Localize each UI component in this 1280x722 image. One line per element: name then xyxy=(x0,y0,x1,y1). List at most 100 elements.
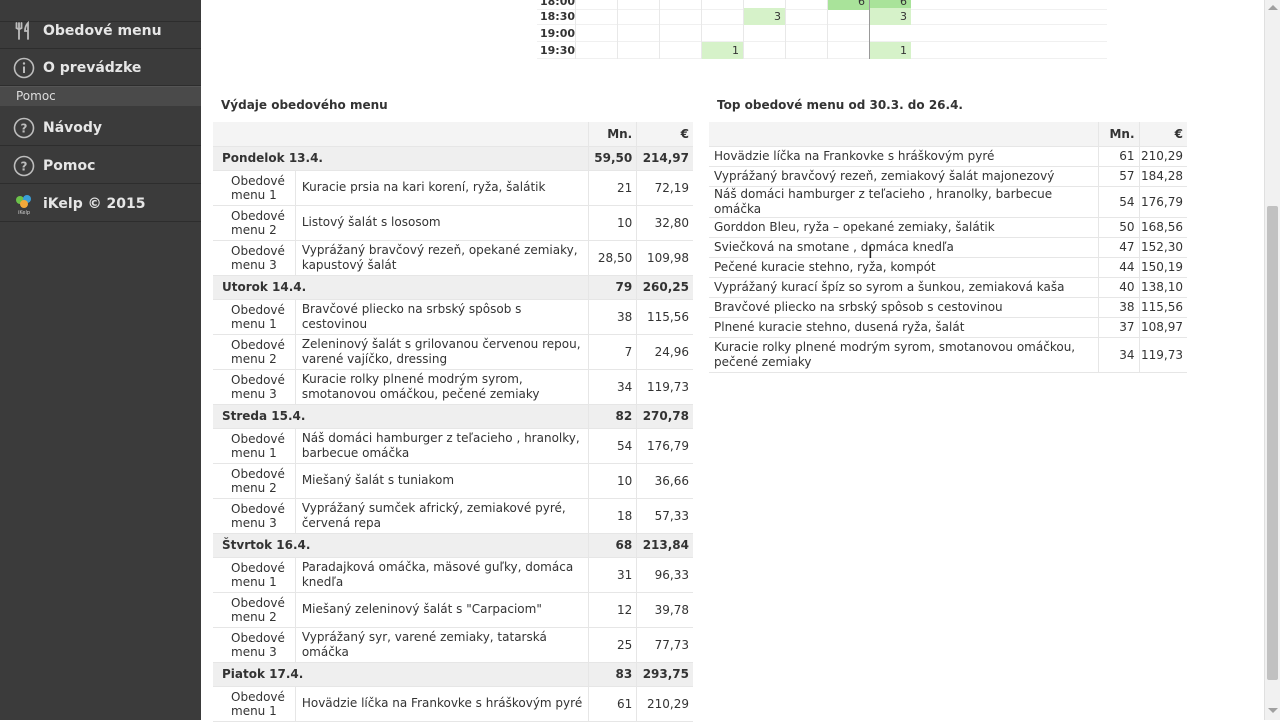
day-mn: 82 xyxy=(588,404,637,429)
menu-type: Obedové menu 3 xyxy=(213,627,296,663)
dish-eur: 210,29 xyxy=(1138,146,1187,167)
sidebar-item-obedove-menu[interactable]: Obedové menu xyxy=(0,13,201,49)
dish-name: Vyprážaný syr, varené zemiaky, tatarská … xyxy=(294,627,589,663)
heatmap-cell xyxy=(743,25,785,42)
dish-name: Miešaný zeleninový šalát s "Carpaciom" xyxy=(294,592,589,628)
table-row: Sviečková na smotane , domáca knedľa 47 15… xyxy=(709,237,1187,258)
heatmap-cell xyxy=(827,25,869,42)
menu-sales-table: Mn. € Pondelok 13.4. 59,50 214,97 Obedové m… xyxy=(213,122,693,722)
dish-name: Vyprážaný bravčový rezeň, opekané zemiak… xyxy=(294,240,589,276)
info-icon xyxy=(12,56,36,80)
table-row: Obedové menu 3 Vyprážaný sumček africký, … xyxy=(213,498,693,534)
svg-text:?: ? xyxy=(21,159,28,173)
ikelp-logo-icon: iKelp xyxy=(12,192,36,216)
dish-eur: 57,33 xyxy=(636,498,693,534)
scroll-thumb[interactable] xyxy=(1267,206,1278,680)
dish-eur: 32,80 xyxy=(636,205,693,241)
table-row: Obedové menu 1 Hovädzie líčka na Frankovk… xyxy=(213,686,693,722)
dish-mn: 38 xyxy=(588,299,637,335)
table-row: Pečené kuracie stehno, ryža, kompót 44 150… xyxy=(709,257,1187,278)
column-header-mn: Mn. xyxy=(588,122,637,147)
dish-mn: 61 xyxy=(588,686,637,722)
menu-type: Obedové menu 3 xyxy=(213,498,296,534)
day-mn: 79 xyxy=(588,275,637,300)
heatmap-row: 19:00 xyxy=(537,25,1107,42)
sidebar-item-navody[interactable]: ? Návody xyxy=(0,110,201,146)
heatmap-cell: 1 xyxy=(869,42,911,59)
logo-text: iKelp xyxy=(18,210,30,215)
day-name: Pondelok 13.4. xyxy=(213,146,589,171)
heatmap-cell: 3 xyxy=(869,8,911,25)
day-name: Streda 15.4. xyxy=(213,404,589,429)
dish-name: Zeleninový šalát s grilovanou červenou r… xyxy=(294,334,589,370)
sidebar-item-label: O prevádzke xyxy=(43,59,142,76)
sidebar-section-pomoc: Pomoc xyxy=(0,86,201,106)
scroll-down-icon[interactable] xyxy=(1268,708,1278,713)
table-row: Obedové menu 3 Vyprážaný bravčový rezeň, … xyxy=(213,240,693,276)
vertical-scrollbar[interactable] xyxy=(1264,0,1280,720)
dish-mn: 37 xyxy=(1097,317,1139,338)
heatmap-cell xyxy=(575,8,617,25)
day-row: Utorok 14.4. 79 260,25 xyxy=(213,275,693,300)
dish-eur: 115,56 xyxy=(1138,297,1187,318)
text-cursor-icon: I xyxy=(868,243,873,262)
dish-mn: 7 xyxy=(588,334,637,370)
dish-mn: 25 xyxy=(588,627,637,663)
day-mn: 59,50 xyxy=(588,146,637,171)
heatmap-cell xyxy=(617,8,659,25)
table-header-empty xyxy=(709,122,1098,147)
dish-mn: 44 xyxy=(1097,257,1139,278)
dish-mn: 12 xyxy=(588,592,637,628)
dish-mn: 54 xyxy=(1097,186,1139,218)
dish-eur: 119,73 xyxy=(1138,337,1187,373)
dish-mn: 40 xyxy=(1097,277,1139,298)
dish-name: Sviečková na smotane , domáca knedľa xyxy=(709,237,1098,258)
day-row: Piatok 17.4. 83 293,75 xyxy=(213,662,693,687)
heatmap-row: 19:30 1 1 xyxy=(537,42,1107,59)
table-row: Bravčové pliecko na srbský spôsob s cest… xyxy=(709,297,1187,318)
dish-eur: 115,56 xyxy=(636,299,693,335)
dish-eur: 109,98 xyxy=(636,240,693,276)
dish-eur: 150,19 xyxy=(1138,257,1187,278)
heatmap-row: 18:30 3 3 xyxy=(537,8,1107,25)
heatmap-cell xyxy=(701,25,743,42)
day-row: Streda 15.4. 82 270,78 xyxy=(213,404,693,429)
heatmap-cell xyxy=(785,25,827,42)
day-mn: 68 xyxy=(588,533,637,558)
hourly-heatmap: 18:00 6 6 18:30 3 3 19:00 19:30 1 1 xyxy=(537,0,1107,60)
heatmap-cell: 3 xyxy=(743,8,785,25)
day-name: Štvrtok 16.4. xyxy=(213,533,589,558)
main-content: 18:00 6 6 18:30 3 3 19:00 19:30 1 1 Výdaje obedov… xyxy=(201,0,1264,722)
table-row: Obedové menu 1 Bravčové pliecko na srbský… xyxy=(213,299,693,335)
sidebar-item-ikelp[interactable]: iKelp iKelp © 2015 xyxy=(0,186,201,222)
table-row: Obedové menu 2 Listový šalát s lososom 10 3… xyxy=(213,205,693,241)
dish-name: Vyprážaný kurací špíz so syrom a šunkou,… xyxy=(709,277,1098,298)
table-header-empty xyxy=(213,122,589,147)
dish-eur: 184,28 xyxy=(1138,166,1187,187)
table-row: Obedové menu 1 Kuracie prsia na kari kore… xyxy=(213,170,693,206)
table-row: Obedové menu 1 Náš domáci hamburger z teľ… xyxy=(213,428,693,464)
table-row: Obedové menu 3 Vyprážaný syr, varené zemi… xyxy=(213,627,693,663)
day-name: Piatok 17.4. xyxy=(213,662,589,687)
dish-mn: 50 xyxy=(1097,217,1139,238)
sidebar-item-o-prevadzke[interactable]: O prevádzke xyxy=(0,50,201,86)
table-row: Obedové menu 2 Miešaný šalát s tuniakom 10… xyxy=(213,463,693,499)
dish-name: Kuracie rolky plnené modrým syrom, smota… xyxy=(709,337,1098,373)
fork-knife-icon xyxy=(12,19,36,43)
dish-name: Náš domáci hamburger z teľacieho , hrano… xyxy=(709,186,1098,218)
day-name: Utorok 14.4. xyxy=(213,275,589,300)
dish-mn: 10 xyxy=(588,463,637,499)
dish-eur: 36,66 xyxy=(636,463,693,499)
menu-type: Obedové menu 1 xyxy=(213,428,296,464)
heatmap-cell xyxy=(785,8,827,25)
sidebar-item-pomoc[interactable]: ? Pomoc xyxy=(0,148,201,184)
scroll-up-icon[interactable] xyxy=(1268,5,1278,10)
heatmap-cell xyxy=(869,25,911,42)
dish-mn: 34 xyxy=(1097,337,1139,373)
table-row: Obedové menu 2 Miešaný zeleninový šalát s… xyxy=(213,592,693,628)
dish-mn: 57 xyxy=(1097,166,1139,187)
dish-name: Gorddon Bleu, ryža – opekané zemiaky, ša… xyxy=(709,217,1098,238)
dish-name: Miešaný šalát s tuniakom xyxy=(294,463,589,499)
column-header-mn: Mn. xyxy=(1097,122,1139,147)
heatmap-time: 19:30 xyxy=(539,44,575,57)
